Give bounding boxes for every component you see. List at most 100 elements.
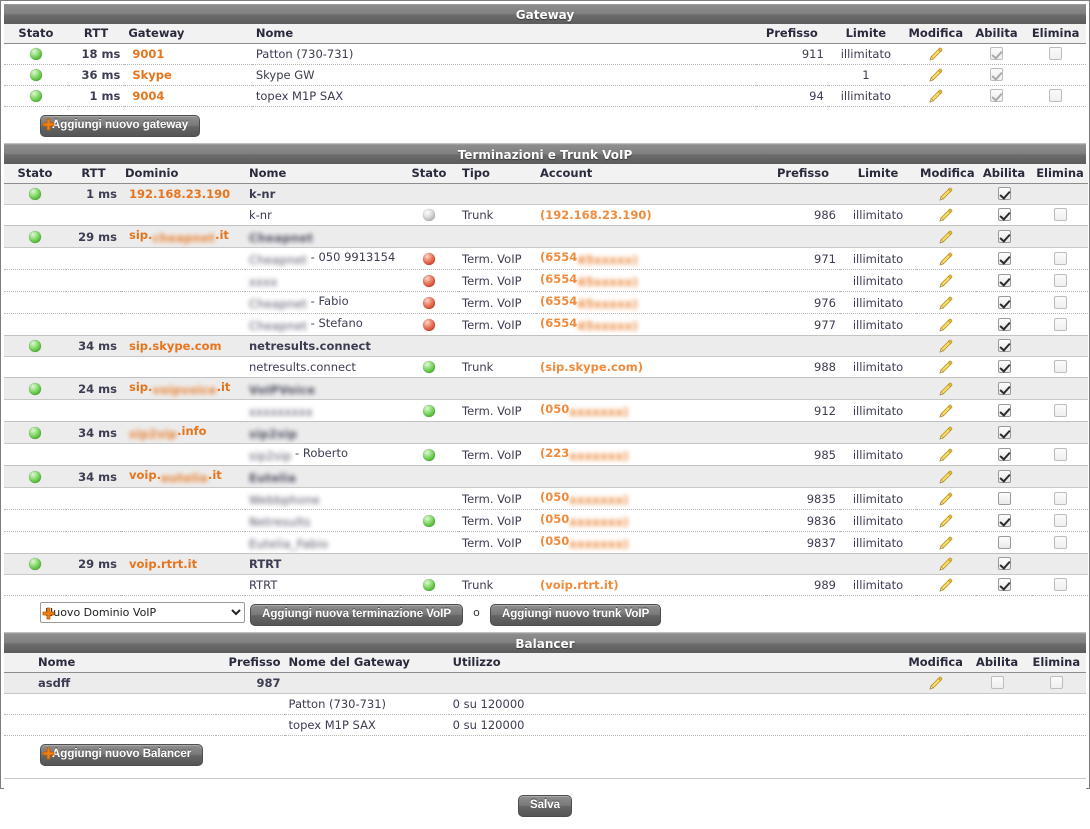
edit-icon[interactable] xyxy=(938,491,954,507)
enable-checkbox[interactable] xyxy=(997,208,1011,221)
edit-icon[interactable] xyxy=(938,359,954,375)
edit-icon[interactable] xyxy=(938,381,954,397)
cell-gateway-id[interactable]: 9001 xyxy=(124,43,252,65)
cell-dominio[interactable]: sip.voipvoice.it xyxy=(121,377,245,400)
enable-checkbox[interactable] xyxy=(997,557,1011,570)
cell-account[interactable]: (655445xxxxx) xyxy=(536,291,766,314)
cell-account[interactable]: (050xxxxxxx) xyxy=(536,531,766,554)
enable-checkbox[interactable] xyxy=(997,295,1011,309)
edit-icon[interactable] xyxy=(928,67,944,83)
delete-checkbox[interactable] xyxy=(1053,295,1067,309)
enable-checkbox[interactable] xyxy=(997,447,1011,461)
cell-account[interactable]: (223xxxxxxx) xyxy=(536,443,766,466)
edit-icon[interactable] xyxy=(938,317,954,333)
cell-gateway-id[interactable]: Skype xyxy=(124,64,252,86)
cell-stato xyxy=(4,247,66,270)
add-gateway-button[interactable]: Aggiungi nuovo gateway xyxy=(40,115,201,137)
plus-icon xyxy=(42,605,55,620)
enable-checkbox[interactable] xyxy=(997,425,1011,439)
enable-checkbox[interactable] xyxy=(997,381,1011,395)
cell-account[interactable]: (655445xxxxx) xyxy=(536,247,766,270)
enable-checkbox[interactable] xyxy=(989,68,1003,81)
cell-account[interactable]: (050xxxxxxx) xyxy=(536,487,766,510)
edit-icon[interactable] xyxy=(938,577,954,593)
add-voip-trunk-button[interactable]: Aggiungi nuovo trunk VoIP xyxy=(489,604,662,626)
cell-account[interactable]: (050xxxxxxx) xyxy=(536,509,766,532)
enable-checkbox[interactable] xyxy=(989,89,1003,102)
cell-account[interactable]: (050xxxxxxx) xyxy=(536,399,766,422)
enable-checkbox[interactable] xyxy=(997,317,1011,331)
edit-icon[interactable] xyxy=(938,425,954,441)
add-voip-termination-button[interactable]: Aggiungi nuova terminazione VoIP xyxy=(250,604,464,626)
delete-checkbox[interactable] xyxy=(1053,491,1067,505)
cell-account[interactable]: (sip.skype.com) xyxy=(536,356,766,378)
cell-dominio-text[interactable]: sip.skype.com xyxy=(129,339,221,353)
edit-icon[interactable] xyxy=(938,229,954,245)
delete-checkbox[interactable] xyxy=(1053,403,1067,417)
edit-icon[interactable] xyxy=(928,46,944,62)
edit-icon[interactable] xyxy=(938,338,954,354)
cell-dominio-text[interactable]: sip2sip.info xyxy=(129,424,207,441)
edit-icon[interactable] xyxy=(938,403,954,419)
edit-icon[interactable] xyxy=(938,295,954,311)
enable-checkbox[interactable] xyxy=(997,360,1011,373)
cell-gateway-id[interactable]: 9004 xyxy=(124,85,252,107)
delete-checkbox[interactable] xyxy=(1049,676,1063,689)
delete-checkbox[interactable] xyxy=(1053,360,1067,373)
enable-checkbox[interactable] xyxy=(997,187,1011,200)
cell-dominio[interactable]: sip.skype.com xyxy=(121,335,245,357)
edit-icon[interactable] xyxy=(938,556,954,572)
delete-checkbox[interactable] xyxy=(1053,273,1067,287)
cell-dominio[interactable]: 192.168.23.190 xyxy=(121,183,245,205)
delete-checkbox[interactable] xyxy=(1053,535,1067,549)
delete-checkbox[interactable] xyxy=(1049,89,1063,102)
edit-icon[interactable] xyxy=(938,513,954,529)
enable-checkbox[interactable] xyxy=(997,229,1011,243)
cell-account[interactable]: (655445xxxxx) xyxy=(536,269,766,292)
cell-limite: illimitato xyxy=(840,443,916,466)
edit-icon[interactable] xyxy=(938,535,954,551)
cell-account[interactable]: (192.168.23.190) xyxy=(536,204,766,226)
delete-checkbox[interactable] xyxy=(1053,578,1067,591)
enable-checkbox[interactable] xyxy=(997,469,1011,483)
delete-checkbox[interactable] xyxy=(1053,251,1067,265)
enable-checkbox[interactable] xyxy=(997,339,1011,352)
edit-icon[interactable] xyxy=(938,447,954,463)
enable-checkbox[interactable] xyxy=(997,513,1011,527)
enable-checkbox[interactable] xyxy=(997,251,1011,265)
delete-checkbox[interactable] xyxy=(1053,208,1067,221)
delete-checkbox[interactable] xyxy=(1053,513,1067,527)
cell-dominio-text[interactable]: sip.cheapnet.it xyxy=(129,228,229,245)
cell-account[interactable]: (655445xxxxx) xyxy=(536,313,766,336)
cell-dominio-text[interactable]: voip.rtrt.it xyxy=(129,557,197,571)
enable-checkbox[interactable] xyxy=(997,578,1011,591)
cell-dominio[interactable]: sip2sip.info xyxy=(121,421,245,444)
edit-icon[interactable] xyxy=(938,251,954,267)
cell-dominio-text[interactable]: 192.168.23.190 xyxy=(129,187,230,201)
edit-icon[interactable] xyxy=(938,207,954,223)
edit-icon[interactable] xyxy=(938,186,954,202)
delete-checkbox[interactable] xyxy=(1053,317,1067,331)
edit-icon[interactable] xyxy=(938,273,954,289)
cell-dominio-text[interactable]: sip.voipvoice.it xyxy=(129,380,230,397)
cell-stato-2 xyxy=(400,399,458,422)
edit-icon[interactable] xyxy=(928,675,944,691)
enable-checkbox[interactable] xyxy=(997,491,1011,505)
cell-dominio[interactable]: voip.eutelia.it xyxy=(121,465,245,488)
enable-checkbox[interactable] xyxy=(989,47,1003,60)
cell-dominio[interactable]: voip.rtrt.it xyxy=(121,553,245,575)
delete-checkbox[interactable] xyxy=(1049,47,1063,60)
enable-checkbox[interactable] xyxy=(997,273,1011,287)
enable-checkbox[interactable] xyxy=(997,535,1011,549)
new-voip-domain-select[interactable]: Nuovo Dominio VoIP xyxy=(40,602,245,623)
enable-checkbox[interactable] xyxy=(997,403,1011,417)
cell-account[interactable]: (voip.rtrt.it) xyxy=(536,574,766,596)
add-balancer-button[interactable]: Aggiungi nuovo Balancer xyxy=(40,744,204,766)
cell-dominio-text[interactable]: voip.eutelia.it xyxy=(129,468,222,485)
edit-icon[interactable] xyxy=(938,469,954,485)
save-button[interactable]: Salva xyxy=(517,795,573,817)
enable-checkbox[interactable] xyxy=(990,676,1004,689)
delete-checkbox[interactable] xyxy=(1053,447,1067,461)
edit-icon[interactable] xyxy=(928,88,944,104)
cell-dominio[interactable]: sip.cheapnet.it xyxy=(121,225,245,248)
